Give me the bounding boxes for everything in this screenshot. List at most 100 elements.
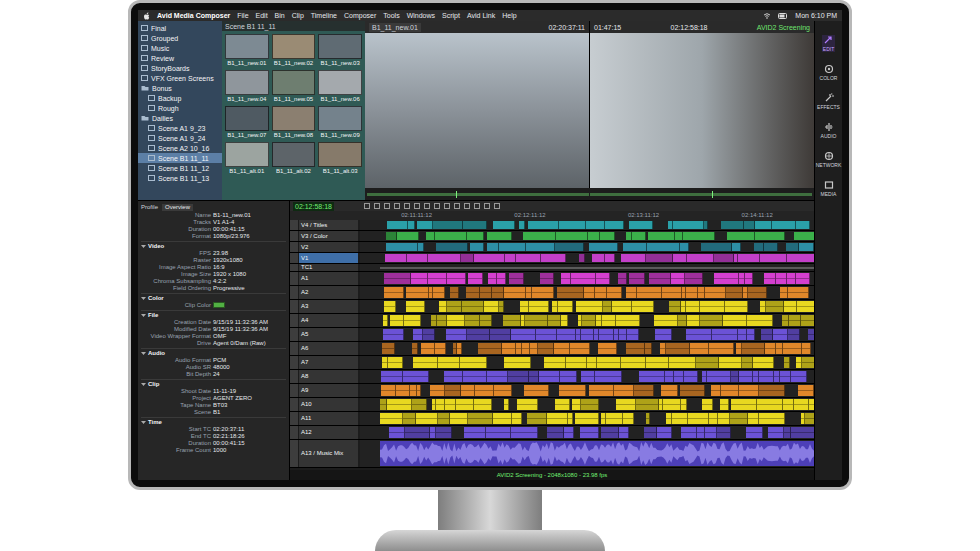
timeline-clip[interactable] <box>726 287 743 298</box>
timeline-clip[interactable] <box>794 399 809 410</box>
timeline-clip[interactable] <box>486 427 511 438</box>
bin-label[interactable]: Dailies <box>152 114 173 123</box>
timeline-clip[interactable] <box>738 329 747 340</box>
track-selector[interactable]: A10 <box>299 398 358 411</box>
timeline-clip[interactable] <box>526 243 555 251</box>
track-patch-button[interactable] <box>290 231 298 241</box>
timeline-clip[interactable] <box>789 315 801 326</box>
timeline-clip[interactable] <box>627 329 639 340</box>
timeline-clip[interactable] <box>538 343 554 354</box>
timeline-clip[interactable] <box>435 232 467 240</box>
timeline-clip[interactable] <box>544 357 566 368</box>
inspector-section-header[interactable]: Video <box>141 241 286 250</box>
timeline-tool-icon[interactable] <box>484 203 490 209</box>
clip-thumbnail[interactable]: B1_11_new.09 <box>318 106 362 139</box>
inspector-section-header[interactable]: Color <box>141 293 286 302</box>
timeline-clip[interactable] <box>493 413 512 424</box>
timeline-clip[interactable] <box>444 371 463 382</box>
timeline-clip[interactable] <box>669 301 681 312</box>
timeline-clip[interactable] <box>776 343 783 354</box>
timeline-clip[interactable] <box>579 254 585 262</box>
timeline-clip[interactable] <box>509 273 524 284</box>
timeline-clip[interactable] <box>721 221 744 229</box>
timeline-clip[interactable] <box>688 413 709 424</box>
timeline-clip[interactable] <box>461 385 475 396</box>
track-selector[interactable]: V4 / Titles <box>299 220 358 230</box>
menu-item[interactable]: Clip <box>292 11 304 20</box>
timeline-clip[interactable] <box>621 254 646 262</box>
timeline-clip[interactable] <box>426 232 435 240</box>
timeline-clip[interactable] <box>520 301 529 312</box>
battery-icon[interactable] <box>778 13 788 19</box>
timeline-clip[interactable] <box>423 329 435 340</box>
timeline-clip[interactable] <box>801 315 814 326</box>
timeline-clip[interactable] <box>701 243 732 251</box>
timeline-clip[interactable] <box>714 273 739 284</box>
timeline-clip[interactable] <box>731 371 739 382</box>
timeline-clip[interactable] <box>438 357 460 368</box>
timeline-clip[interactable] <box>380 399 387 410</box>
bin-item[interactable]: Grouped <box>138 33 222 43</box>
timeline-clip[interactable] <box>731 399 757 410</box>
timeline-clip[interactable] <box>456 399 474 410</box>
timeline-clip[interactable] <box>709 343 734 354</box>
expand-triangle-icon[interactable] <box>141 313 146 318</box>
thumbnail-frame[interactable] <box>318 106 362 131</box>
timeline-clip[interactable] <box>561 315 568 326</box>
timeline-clip[interactable] <box>798 385 814 396</box>
timeline-clip[interactable] <box>647 243 680 251</box>
bin-label[interactable]: StoryBoards <box>151 64 190 73</box>
track-patch-button[interactable] <box>290 272 298 285</box>
track-patch-button[interactable] <box>290 314 298 327</box>
track-patch-button[interactable] <box>290 426 298 439</box>
timeline-clip[interactable] <box>600 232 615 240</box>
track-selector[interactable]: A6 <box>299 342 358 355</box>
record-sequence[interactable]: AVID2 Screening <box>757 23 810 32</box>
timeline-clip[interactable] <box>504 357 531 368</box>
timeline-clip[interactable] <box>766 301 784 312</box>
timeline-clip[interactable] <box>588 232 600 240</box>
timeline-clip[interactable] <box>389 427 405 438</box>
timeline-clip[interactable] <box>757 399 783 410</box>
menu-item[interactable]: Help <box>502 11 516 20</box>
timeline-tool-icon[interactable] <box>464 203 470 209</box>
timeline-clip[interactable] <box>386 232 397 240</box>
timeline-clip[interactable] <box>747 329 755 340</box>
timeline-clip[interactable] <box>786 243 799 251</box>
track-selector[interactable]: A13 / Music Mix <box>299 440 358 467</box>
timeline-clip[interactable] <box>696 357 719 368</box>
timeline-clip[interactable] <box>582 315 596 326</box>
timeline-clip[interactable] <box>490 329 511 340</box>
timeline-clip[interactable] <box>621 357 646 368</box>
timeline-clip[interactable] <box>772 221 796 229</box>
timeline-clip[interactable] <box>626 287 637 298</box>
clip-thumbnail[interactable]: B1_11_new.01 <box>225 34 269 67</box>
timeline-clip[interactable] <box>623 413 634 424</box>
thumbnail-frame[interactable] <box>225 70 269 95</box>
timeline-clip[interactable] <box>586 221 605 229</box>
timeline-clip[interactable] <box>386 243 418 251</box>
timeline-clip[interactable] <box>467 329 490 340</box>
timeline-clip[interactable] <box>601 427 619 438</box>
timeline-clip[interactable] <box>705 287 726 298</box>
timeline-clip[interactable] <box>555 399 570 410</box>
timeline-clip[interactable] <box>484 301 499 312</box>
timeline-clip[interactable] <box>592 254 605 262</box>
expand-triangle-icon[interactable] <box>141 382 146 387</box>
timeline-clip[interactable] <box>435 343 446 354</box>
timeline-clip[interactable] <box>450 413 468 424</box>
track-patch-button[interactable] <box>290 328 298 341</box>
timeline-clip[interactable] <box>474 254 505 262</box>
track-patch-button[interactable] <box>290 264 298 271</box>
timeline-tool-icon[interactable] <box>454 203 460 209</box>
timeline-clip[interactable] <box>654 315 678 326</box>
timeline-clip[interactable] <box>468 273 483 284</box>
timeline-clip[interactable] <box>412 399 427 410</box>
timeline-clip[interactable] <box>416 413 438 424</box>
bin-item[interactable]: Scene B1 11_11 <box>138 153 222 163</box>
timeline-clip[interactable] <box>802 357 814 368</box>
timeline-clip[interactable] <box>623 243 647 251</box>
timeline-clip[interactable] <box>616 315 640 326</box>
timeline-clip[interactable] <box>687 315 700 326</box>
thumbnail-frame[interactable] <box>225 142 269 167</box>
